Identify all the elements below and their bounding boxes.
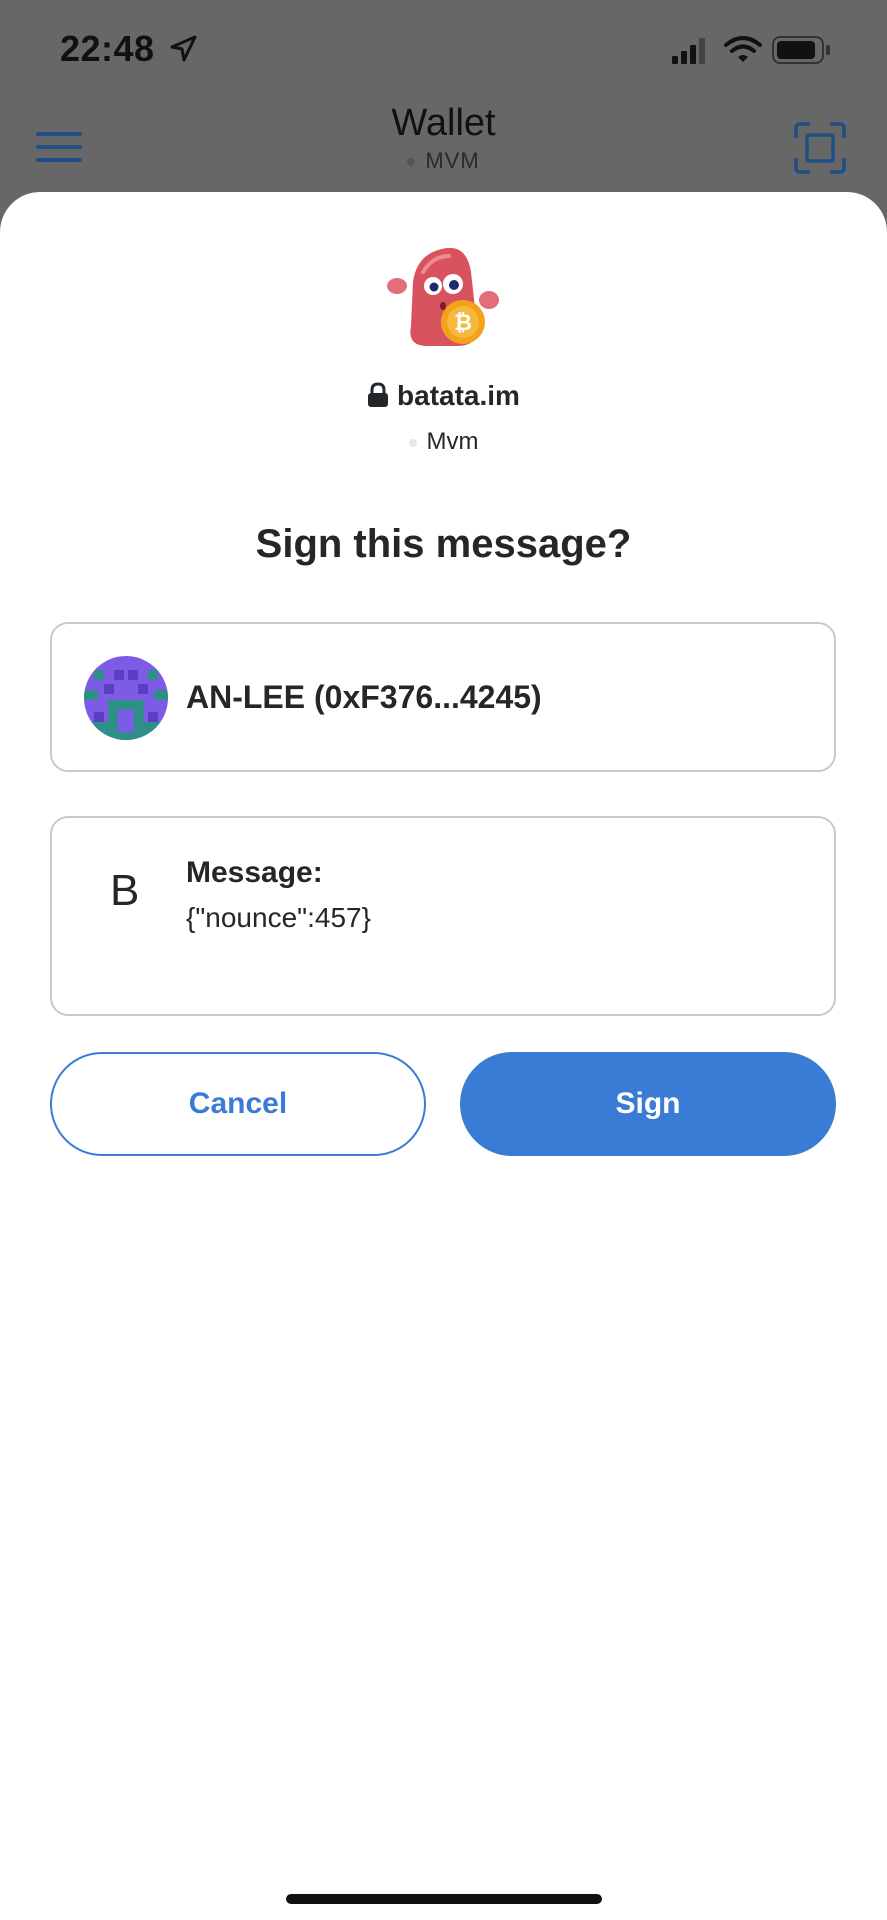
nav-network: MVM	[0, 148, 887, 174]
dapp-host: batata.im	[0, 380, 887, 412]
network-dot-icon	[407, 158, 416, 167]
home-indicator	[286, 1894, 602, 1904]
signal-icon	[672, 38, 705, 64]
svg-text:₿: ₿	[454, 311, 472, 336]
dapp-host-label: batata.im	[397, 380, 520, 411]
dapp-network: Mvm	[0, 428, 887, 456]
nav-network-label: MVM	[425, 148, 480, 173]
dapp-network-label: Mvm	[426, 428, 479, 455]
dapp-logo: ₿	[387, 247, 499, 346]
message-letter-icon: B	[110, 866, 140, 915]
nav-bar: Wallet MVM	[0, 100, 887, 190]
sheet-title: Sign this message?	[255, 522, 632, 566]
message-body: {"nounce":457}	[186, 902, 371, 933]
status-time: 22:48	[60, 28, 155, 69]
account-label: AN-LEE (0xF376...4245)	[186, 679, 542, 715]
nav-title: Wallet	[391, 102, 496, 144]
status-bar: 22:48	[0, 0, 887, 100]
account-card: AN-LEE (0xF376...4245)	[50, 622, 836, 772]
battery-icon	[772, 36, 830, 64]
lock-icon	[368, 382, 389, 407]
sign-message-sheet: ₿ batata.im Mvm Sign this message? AN-LE…	[0, 192, 887, 1920]
message-heading: Message:	[186, 856, 323, 889]
account-avatar	[84, 656, 168, 740]
cancel-button[interactable]: Cancel	[50, 1052, 426, 1156]
network-dot-icon	[408, 438, 417, 447]
sign-button[interactable]: Sign	[460, 1052, 836, 1156]
location-arrow-icon	[170, 35, 197, 62]
message-card: B Message: {"nounce":457}	[50, 816, 836, 1016]
wifi-icon	[724, 36, 762, 62]
scan-icon[interactable]	[794, 122, 846, 174]
